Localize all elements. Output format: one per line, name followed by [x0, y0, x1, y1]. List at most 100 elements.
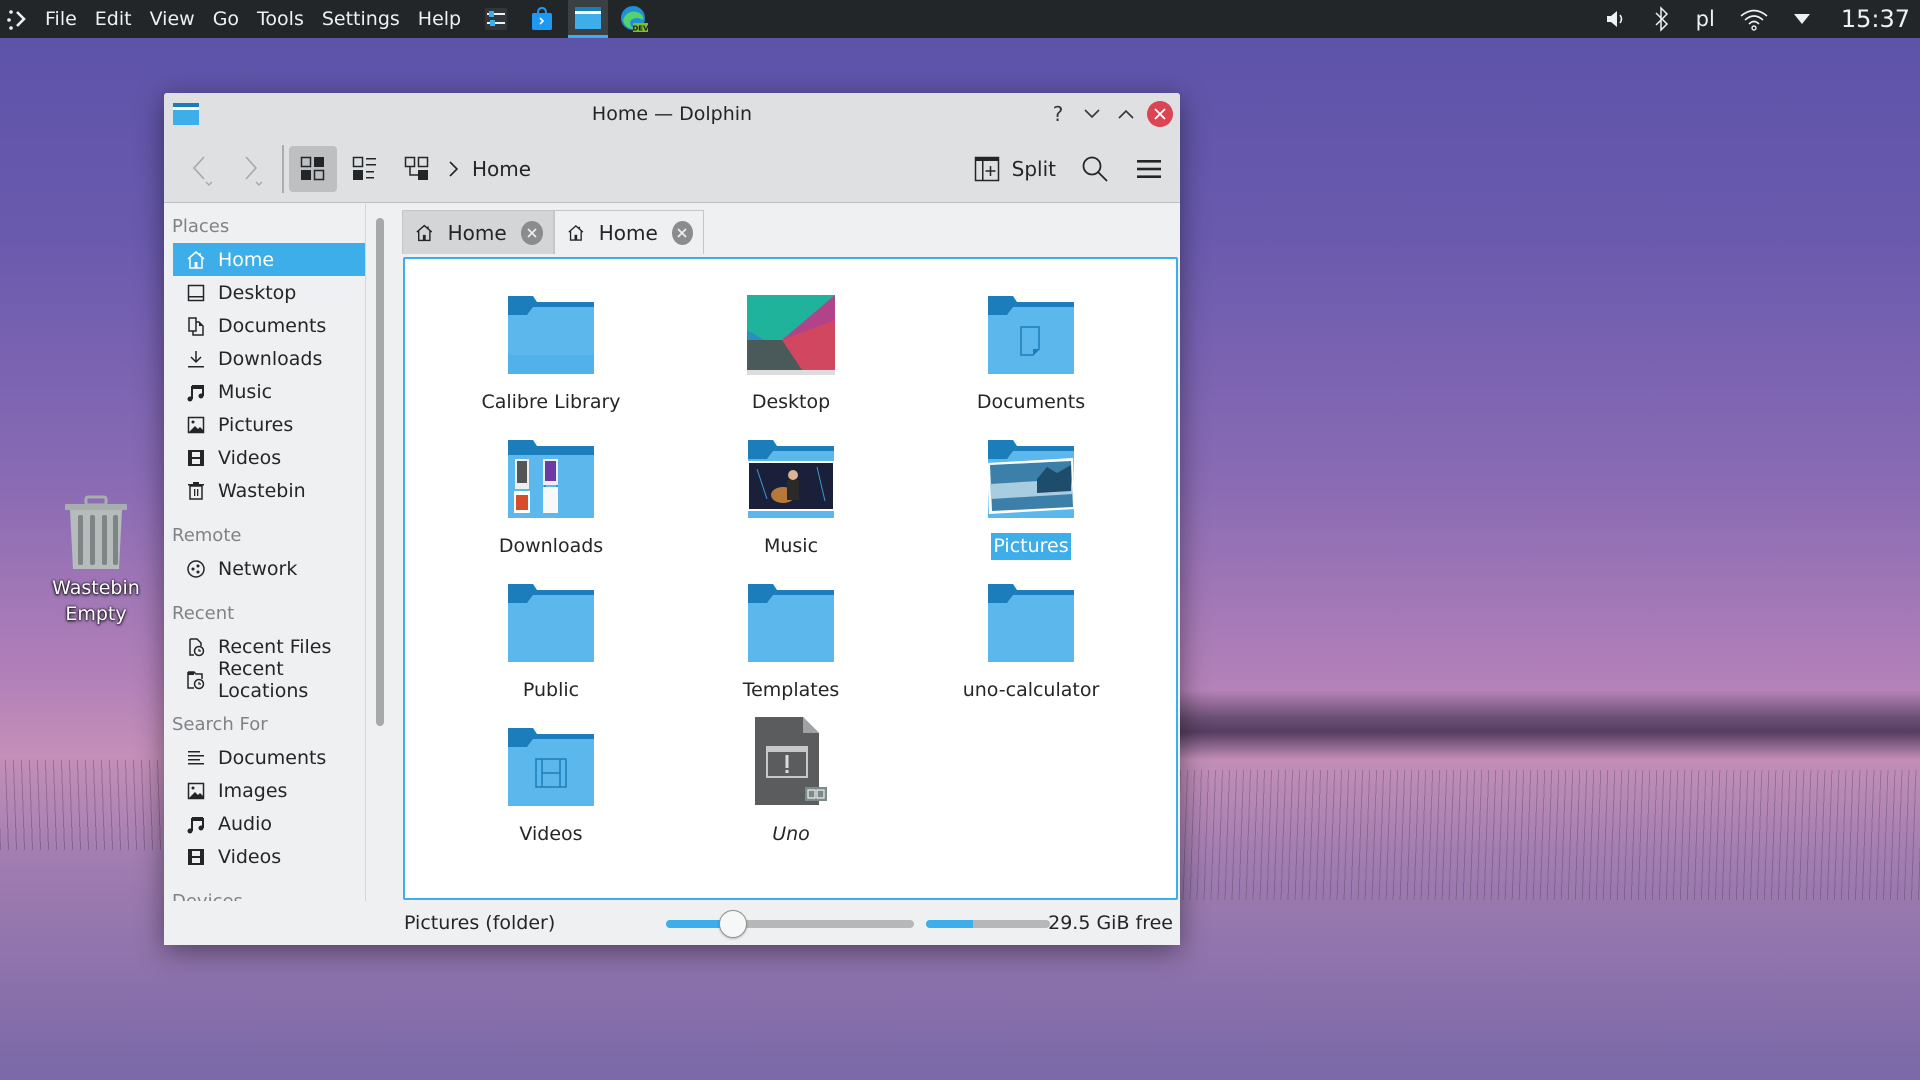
file-item-uno-calculator[interactable]: uno-calculator — [921, 567, 1141, 704]
close-icon — [677, 227, 687, 238]
tab-home-1[interactable]: Home — [402, 210, 554, 254]
toolbar-separator — [282, 145, 284, 193]
chevron-up-icon — [1118, 109, 1134, 119]
file-name: Desktop — [751, 391, 831, 413]
sidebar-item-downloads[interactable]: Downloads — [173, 342, 365, 375]
task-edge-dev[interactable]: DEV — [614, 0, 654, 38]
desktop-thumbnail-icon — [743, 279, 839, 375]
file-name: Videos — [519, 823, 583, 845]
menu-tools[interactable]: Tools — [248, 0, 313, 38]
sidebar-item-label: Videos — [218, 446, 282, 469]
sidebar-item-network[interactable]: Network — [173, 552, 365, 585]
maximize-button[interactable] — [1113, 101, 1139, 127]
folder-downloads-icon — [503, 423, 599, 519]
file-item-public[interactable]: Public — [441, 567, 661, 704]
sidebar-item-search-audio[interactable]: Audio — [173, 807, 365, 840]
triangle-down-icon — [1793, 14, 1810, 24]
top-panel: File Edit View Go Tools Settings Help DE… — [0, 0, 1920, 38]
wifi-icon — [1740, 9, 1768, 31]
sidebar-item-search-images[interactable]: Images — [173, 774, 365, 807]
menu-go[interactable]: Go — [204, 0, 248, 38]
close-tab-button[interactable] — [671, 220, 693, 245]
compact-view-button[interactable] — [342, 146, 388, 192]
file-item-uno[interactable]: Uno — [681, 711, 901, 848]
menu-help[interactable]: Help — [409, 0, 470, 38]
file-item-documents[interactable]: Documents — [921, 279, 1141, 416]
close-button[interactable] — [1147, 101, 1173, 127]
chevron-left-icon — [192, 156, 213, 186]
breadcrumb-home[interactable]: Home — [472, 135, 531, 203]
tray-expand-button[interactable] — [1793, 13, 1811, 25]
bluetooth-button[interactable] — [1652, 6, 1672, 32]
file-item-music[interactable]: Music — [681, 423, 901, 560]
close-icon — [1154, 108, 1166, 120]
home-icon — [568, 224, 584, 241]
section-places: Places — [172, 216, 230, 237]
music-note-icon — [186, 814, 206, 834]
hamburger-menu-button[interactable] — [1126, 146, 1172, 192]
menu-view[interactable]: View — [141, 0, 204, 38]
section-recent: Recent — [172, 603, 235, 624]
sidebar-item-desktop[interactable]: Desktop — [173, 276, 365, 309]
close-tab-button[interactable] — [520, 220, 543, 245]
main-toolbar: Home Split — [164, 135, 1180, 203]
sidebar-item-label: Videos — [218, 845, 282, 868]
titlebar[interactable]: Home — Dolphin ? — [164, 93, 1180, 135]
file-item-pictures[interactable]: Pictures — [921, 423, 1141, 560]
sidebar-item-documents[interactable]: Documents — [173, 309, 365, 342]
app-launcher-button[interactable] — [0, 0, 36, 38]
menu-file[interactable]: File — [36, 0, 86, 38]
dolphin-window: Home — Dolphin ? Home Split Places Home … — [164, 93, 1180, 945]
tab-bar: Home Home — [402, 210, 704, 254]
sidebar-item-label: Images — [218, 779, 288, 802]
file-view[interactable]: Calibre Library Desktop Documents Downlo… — [403, 257, 1178, 900]
forward-button[interactable] — [228, 146, 274, 192]
wastebin-status: Empty — [65, 603, 127, 625]
file-item-videos[interactable]: Videos — [441, 711, 661, 848]
sidebar-item-search-videos[interactable]: Videos — [173, 840, 365, 873]
keyboard-layout[interactable]: pl — [1696, 7, 1715, 31]
tab-home-2[interactable]: Home — [554, 210, 704, 254]
sidebar-item-label: Music — [218, 380, 273, 403]
task-discover[interactable] — [522, 0, 562, 38]
sidebar-item-home[interactable]: Home — [173, 243, 365, 276]
sidebar-vertical-scrollbar[interactable] — [376, 218, 384, 726]
file-item-calibre-library[interactable]: Calibre Library — [441, 279, 661, 416]
wallpaper-horizon — [1180, 690, 1920, 760]
sidebar-item-videos[interactable]: Videos — [173, 441, 365, 474]
menu-edit[interactable]: Edit — [86, 0, 141, 38]
desktop-wastebin[interactable]: Wastebin Empty — [40, 495, 152, 627]
minimize-button[interactable] — [1079, 101, 1105, 127]
task-system-settings[interactable] — [476, 0, 516, 38]
chevron-down-icon — [1084, 109, 1100, 119]
search-button[interactable] — [1072, 146, 1118, 192]
task-dolphin[interactable] — [568, 0, 609, 38]
sidebar-item-recent-locations[interactable]: Recent Locations — [173, 658, 365, 702]
section-remote: Remote — [172, 525, 242, 546]
bluetooth-icon — [1655, 6, 1668, 32]
zoom-slider[interactable] — [666, 910, 914, 938]
sidebar-item-pictures[interactable]: Pictures — [173, 408, 365, 441]
file-item-templates[interactable]: Templates — [681, 567, 901, 704]
file-item-downloads[interactable]: Downloads — [441, 423, 661, 560]
file-item-desktop[interactable]: Desktop — [681, 279, 901, 416]
icons-view-button[interactable] — [289, 146, 337, 192]
tree-view-icon — [404, 156, 429, 180]
back-button[interactable] — [178, 146, 224, 192]
volume-button[interactable] — [1604, 7, 1628, 31]
disk-usage-bar — [926, 920, 1050, 928]
sidebar-item-search-documents[interactable]: Documents — [173, 741, 365, 774]
sidebar-item-music[interactable]: Music — [173, 375, 365, 408]
sidebar-item-label: Downloads — [218, 347, 323, 370]
details-view-button[interactable] — [394, 146, 440, 192]
sidebar-item-wastebin[interactable]: Wastebin — [173, 474, 365, 507]
help-button[interactable]: ? — [1045, 101, 1071, 127]
clock[interactable]: 15:37 — [1841, 5, 1910, 33]
zoom-slider-handle[interactable] — [718, 910, 747, 938]
menu-settings[interactable]: Settings — [313, 0, 409, 38]
wifi-button[interactable] — [1739, 7, 1769, 31]
file-name: Templates — [742, 679, 840, 701]
file-name: Documents — [976, 391, 1086, 413]
section-devices: Devices — [164, 885, 365, 901]
split-button[interactable]: Split — [974, 146, 1056, 192]
